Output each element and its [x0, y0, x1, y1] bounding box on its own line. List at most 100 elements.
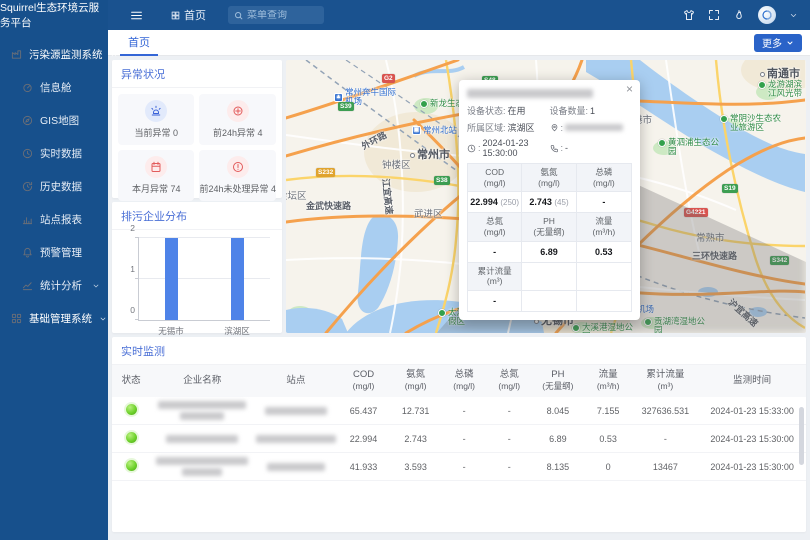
map-label-district: 金坛区: [286, 188, 307, 202]
monitor-title: 实时监测: [112, 337, 806, 365]
stat-card-warning[interactable]: 前24h未处理异常 4: [199, 150, 276, 201]
popup-param-value: -: [468, 291, 522, 312]
map-label-city: 常州市: [410, 146, 450, 162]
popup-param-header: 累计流量(m³): [468, 263, 522, 291]
road-shield: S38: [434, 176, 450, 185]
theme-shirt-icon[interactable]: [683, 9, 695, 21]
popup-close-icon[interactable]: ×: [626, 83, 633, 95]
measurement-value: 327636.531: [632, 406, 698, 416]
alert-icon: [22, 247, 33, 258]
map-label-road: 金武快速路: [306, 199, 351, 212]
device-count: 设备数量: 1: [550, 104, 633, 117]
map-label-district: 钟楼区: [382, 157, 411, 171]
menu-search[interactable]: [228, 6, 324, 24]
stat-card-target[interactable]: 前24h异常 4: [199, 94, 276, 145]
tab-home[interactable]: 首页: [120, 30, 158, 56]
sidebar-item-stats[interactable]: 统计分析: [0, 269, 108, 302]
menu-search-input[interactable]: [247, 10, 317, 21]
sidebar-item-alert[interactable]: 预警管理: [0, 236, 108, 269]
sidebar-item-clock[interactable]: 实时数据: [0, 137, 108, 170]
popup-title-redacted: [467, 89, 632, 98]
measurement-value: 0.53: [584, 434, 633, 444]
target-icon: [227, 100, 249, 122]
report-icon: [22, 214, 33, 225]
sidebar-item-report[interactable]: 站点报表: [0, 203, 108, 236]
gis-icon: [22, 115, 33, 126]
monitor-time: 2024-01-23 15:30:00: [698, 462, 806, 472]
measurement-value: 12.731: [390, 406, 442, 416]
sidebar-menu: 污染源监测系统信息舱GIS地图实时数据历史数据站点报表预警管理统计分析基础管理系…: [0, 30, 108, 540]
table-row[interactable]: 41.9333.593--8.1350134672024-01-23 15:30…: [112, 453, 806, 481]
map-label-poi-blue: ▣常州北站: [412, 126, 457, 135]
sidebar-item-factory[interactable]: 污染源监测系统: [0, 38, 108, 71]
company-name-redacted: [150, 401, 254, 420]
status-dot: [112, 460, 150, 473]
measurement-value: -: [487, 462, 532, 472]
monitor-col-header: 监测时间: [698, 375, 806, 387]
chart-plot-area: 012: [138, 238, 270, 321]
fullscreen-icon[interactable]: [708, 9, 720, 21]
stat-card-siren[interactable]: 当前异常 0: [118, 94, 194, 145]
measurement-value: 7.155: [584, 406, 633, 416]
chevron-down-icon: [786, 39, 794, 47]
device-phone: : -: [550, 143, 633, 153]
breadcrumb[interactable]: 首页: [171, 7, 206, 23]
measurement-value: 3.593: [390, 462, 442, 472]
map-label-district: 武进区: [414, 206, 443, 220]
monitor-col-header: PH(无量纲): [532, 369, 584, 394]
plane-poi-icon: ▲: [334, 93, 343, 102]
popup-param-value: 0.53: [577, 242, 631, 263]
measurement-value: 22.994: [338, 434, 390, 444]
brand-logo: Squirrel生态环境云服务平台: [0, 0, 108, 30]
system-icon: [11, 313, 22, 324]
monitor-col-header: 总氮(mg/l): [487, 369, 532, 394]
popup-param-header: 氨氮(mg/l): [522, 164, 576, 192]
measurement-value: -: [442, 406, 487, 416]
left-column: 异常状况 当前异常 0前24h异常 4本月异常 74前24h未处理异常 4 排污…: [112, 60, 282, 333]
user-chevron-down-icon[interactable]: [789, 11, 798, 20]
main-content: 异常状况 当前异常 0前24h异常 4本月异常 74前24h未处理异常 4 排污…: [108, 56, 810, 540]
monitor-col-header: 流量(m³/h): [584, 369, 633, 394]
sidebar-item-gis[interactable]: GIS地图: [0, 104, 108, 137]
popup-param-value: -: [577, 192, 631, 213]
sidebar-item-dashboard[interactable]: 信息舱: [0, 71, 108, 104]
table-row[interactable]: 65.43712.731--8.0457.155327636.5312024-0…: [112, 397, 806, 425]
popup-param-header: COD(mg/l): [468, 164, 522, 192]
popup-param-value: 6.89: [522, 242, 576, 263]
more-button[interactable]: 更多: [754, 34, 802, 52]
flame-icon[interactable]: [733, 9, 745, 21]
history-icon: [22, 181, 33, 192]
measurement-value: 8.045: [532, 406, 584, 416]
site-name-redacted: [254, 463, 337, 471]
monitor-table-body: 65.43712.731--8.0457.155327636.5312024-0…: [112, 397, 806, 481]
popup-measurements-grid: COD(mg/l)氨氮(mg/l)总磷(mg/l)22.994 (250)2.7…: [467, 163, 632, 312]
table-row[interactable]: 22.9942.743--6.890.53-2024-01-23 15:30:0…: [112, 425, 806, 453]
popup-param-header: 总氮(mg/l): [468, 213, 522, 241]
table-scrollbar[interactable]: [799, 407, 804, 465]
popup-param-header: 总磷(mg/l): [577, 164, 631, 192]
gis-map[interactable]: 常州市钟楼区武进区金坛区滨湖区无锡市南通市常熟市张家港市▲常州奔牛国际机场▣常州…: [286, 60, 806, 333]
bar-滨湖区: [231, 238, 244, 320]
avatar[interactable]: [758, 6, 776, 24]
sidebar-item-history[interactable]: 历史数据: [0, 170, 108, 203]
tab-bar: 首页 更多: [108, 30, 810, 56]
hamburger-menu-icon[interactable]: [130, 9, 143, 22]
map-label-poi-green: 龙游湖滨江风光带: [758, 80, 806, 99]
device-time: : 2024-01-23 15:30:00: [467, 138, 550, 158]
warning-icon: [227, 156, 249, 178]
stats-icon: [22, 280, 33, 291]
popup-param-value: -: [468, 242, 522, 263]
road-shield: S19: [722, 184, 738, 193]
clock-icon: [22, 148, 33, 159]
park-poi-icon: [720, 115, 728, 123]
stat-card-calendar[interactable]: 本月异常 74: [118, 150, 194, 201]
sidebar-item-system[interactable]: 基础管理系统: [0, 302, 108, 335]
breadcrumb-label: 首页: [184, 7, 206, 23]
calendar-icon: [145, 156, 167, 178]
topbar-actions: [683, 6, 810, 24]
top-bar: Squirrel生态环境云服务平台 首页: [0, 0, 810, 30]
monitor-col-header: 氨氮(mg/l): [390, 369, 442, 394]
dashboard-icon: [22, 82, 33, 93]
siren-icon: [145, 100, 167, 122]
map-label-poi-green: 常阴沙生态农业旅游区: [720, 114, 784, 133]
